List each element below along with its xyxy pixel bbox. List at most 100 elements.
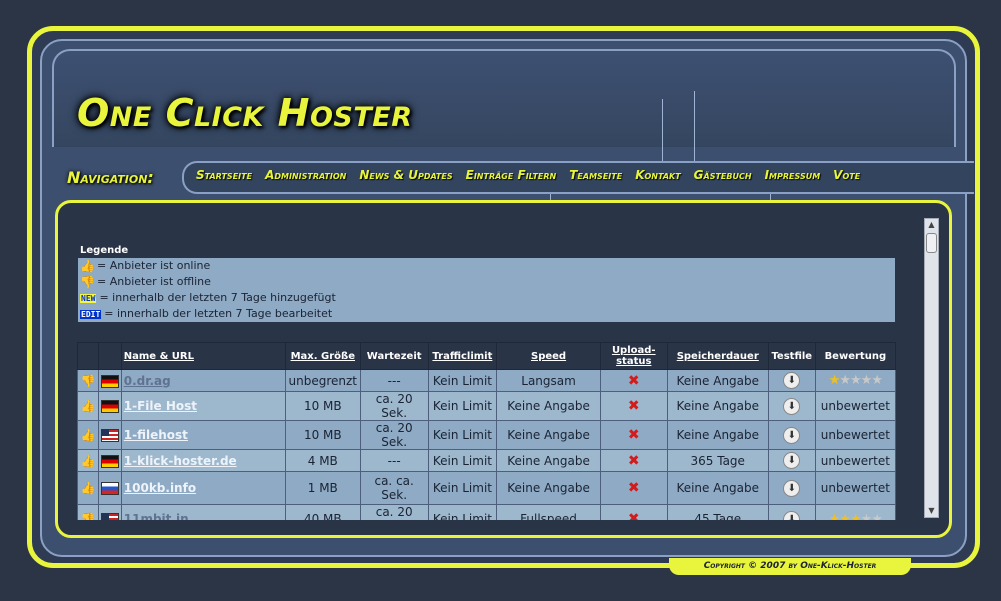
column-header[interactable]: Name & URL [120,342,286,370]
column-header: Bewertung [814,342,897,370]
navigation-bar: Startseite Administration News & Updates Ei… [182,161,974,194]
testfile-cell: ⬇ [767,391,816,421]
download-icon[interactable]: ⬇ [783,510,801,520]
traffic-cell: Kein Limit [427,504,498,520]
hoster-name-link[interactable]: 100kb.info [120,471,286,505]
flag-cell [97,391,122,421]
scroll-thumb[interactable] [926,233,937,253]
nav-link[interactable]: Startseite [196,168,252,182]
storage-cell: Keine Angabe [666,369,769,392]
rating-text: unbewertet [820,428,890,442]
upload-status-cell: ✖ [599,471,668,505]
speed-cell: Keine Angabe [496,471,601,505]
table-row: 👎 0.dr.ag unbegrenzt --- Kein Limit Langsam ✖ K… [77,369,897,392]
thumbs-up-icon: 👍 [80,453,96,468]
download-icon[interactable]: ⬇ [783,372,801,389]
rating-cell: unbewertet [814,449,897,472]
column-header: Wartezeit [359,342,429,370]
storage-cell: 365 Tage [666,449,769,472]
content-area: Legende 👍 = Anbieter ist online 👎 = Anbi… [55,200,952,538]
thumbs-up-icon: 👍 [80,428,96,442]
thumbs-up-icon: 👍 [80,399,96,413]
testfile-cell: ⬇ [767,504,816,520]
status-cell: 👎 [77,369,99,392]
download-icon[interactable]: ⬇ [783,452,801,469]
nav-link[interactable]: Administration [265,168,346,182]
table-row: 👍 100kb.info 1 MB ca. ca. Sek. Kein Limit Kei… [77,471,897,505]
column-header[interactable]: Trafficlimit [427,342,498,370]
speed-cell: Langsam [496,369,601,392]
table-row: 👎 11mbit.in40 MBca. 20 Sek.Kein LimitFull… [77,504,897,520]
wait-cell: ca. 20 Sek. [359,391,429,421]
traffic-cell: Kein Limit [427,391,498,421]
legend-online: 👍 = Anbieter ist online [78,258,895,274]
download-icon[interactable]: ⬇ [783,426,801,444]
column-header[interactable]: Upload-status [599,342,668,370]
max-size-cell: 4 MB [284,449,361,472]
table-row: 👍 1-File Host 10 MB ca. 20 Sek. Kein Limit Ke… [77,391,897,421]
nav-link[interactable]: Gästebuch [694,168,752,182]
scroll-down-icon[interactable]: ▼ [925,505,938,517]
flag-cell [97,504,122,520]
nav-link[interactable]: Einträge Filtern [466,168,557,182]
x-mark-icon: ✖ [627,398,640,414]
status-header [77,342,99,370]
download-icon[interactable]: ⬇ [783,479,801,497]
status-cell: 👎 [77,504,99,520]
column-header[interactable]: Speed [496,342,601,370]
flag-de-icon [100,454,119,468]
thumbs-down-icon: 👎 [80,512,96,520]
hoster-name-link[interactable]: 1-klick-hoster.de [120,449,286,472]
wait-cell: --- [359,449,429,472]
divider [662,99,663,161]
scroll-content: Legende 👍 = Anbieter ist online 👎 = Anbi… [77,221,899,520]
flag-cell [97,471,122,505]
thumbs-down-icon: 👎 [80,373,96,388]
upload-status-cell: ✖ [599,420,668,450]
flag-us-icon [100,513,119,520]
legend-new-text: = innerhalb der letzten 7 Tage hinzugefü… [99,291,336,304]
legend-edit: EDIT = innerhalb der letzten 7 Tage bear… [78,306,895,322]
thumbs-down-icon: 👎 [80,275,95,289]
legend-edit-text: = innerhalb der letzten 7 Tage bearbeite… [104,307,333,320]
x-mark-icon: ✖ [627,427,640,443]
hoster-table: Name & URL Max. Größe Wartezeit Trafficlimi… [77,342,897,520]
divider [694,91,695,161]
download-icon[interactable]: ⬇ [783,397,801,415]
nav-link[interactable]: Vote [833,168,860,182]
legend-offline: 👎 = Anbieter ist offline [78,274,895,290]
legend-new: NEW = innerhalb der letzten 7 Tage hinzu… [78,290,895,306]
max-size-cell: 10 MB [284,391,361,421]
status-cell: 👍 [77,471,99,505]
rating-cell: unbewertet [814,420,897,450]
nav-link[interactable]: News & Updates [359,168,452,182]
traffic-cell: Kein Limit [427,449,498,472]
x-mark-icon: ✖ [627,511,640,520]
storage-cell: Keine Angabe [666,391,769,421]
testfile-cell: ⬇ [767,420,816,450]
rating-cell: unbewertet [814,391,897,421]
speed-cell: Fullspeed [496,504,601,520]
column-header[interactable]: Speicherdauer [666,342,769,370]
nav-link[interactable]: Impressum [765,168,821,182]
nav-link[interactable]: Kontakt [635,168,680,182]
rating-text: unbewertet [820,399,890,413]
hoster-name-link[interactable]: 1-filehost [120,420,286,450]
rating-cell: ★★★★★ [814,504,897,520]
site-logo[interactable]: One Click Hoster [77,91,413,135]
upload-status-cell: ✖ [599,449,668,472]
flag-cell [97,369,122,392]
hoster-name-link[interactable]: 11mbit.in [120,504,286,520]
legend-title: Legende [78,243,895,258]
thumbs-up-icon: 👍 [80,259,95,273]
scroll-up-icon[interactable]: ▲ [925,219,938,231]
wait-cell: ca. 20 Sek. [359,504,429,520]
nav-link[interactable]: Teamseite [569,168,622,182]
edit-badge-icon: EDIT [80,309,102,319]
hoster-name-link[interactable]: 0.dr.ag [120,369,286,392]
wait-cell: ca. 20 Sek. [359,420,429,450]
main-panel: One Click Hoster Navigation: Startseite A… [40,39,974,557]
hoster-name-link[interactable]: 1-File Host [120,391,286,421]
column-header[interactable]: Max. Größe [284,342,361,370]
vertical-scrollbar[interactable]: ▲ ▼ [924,218,939,518]
